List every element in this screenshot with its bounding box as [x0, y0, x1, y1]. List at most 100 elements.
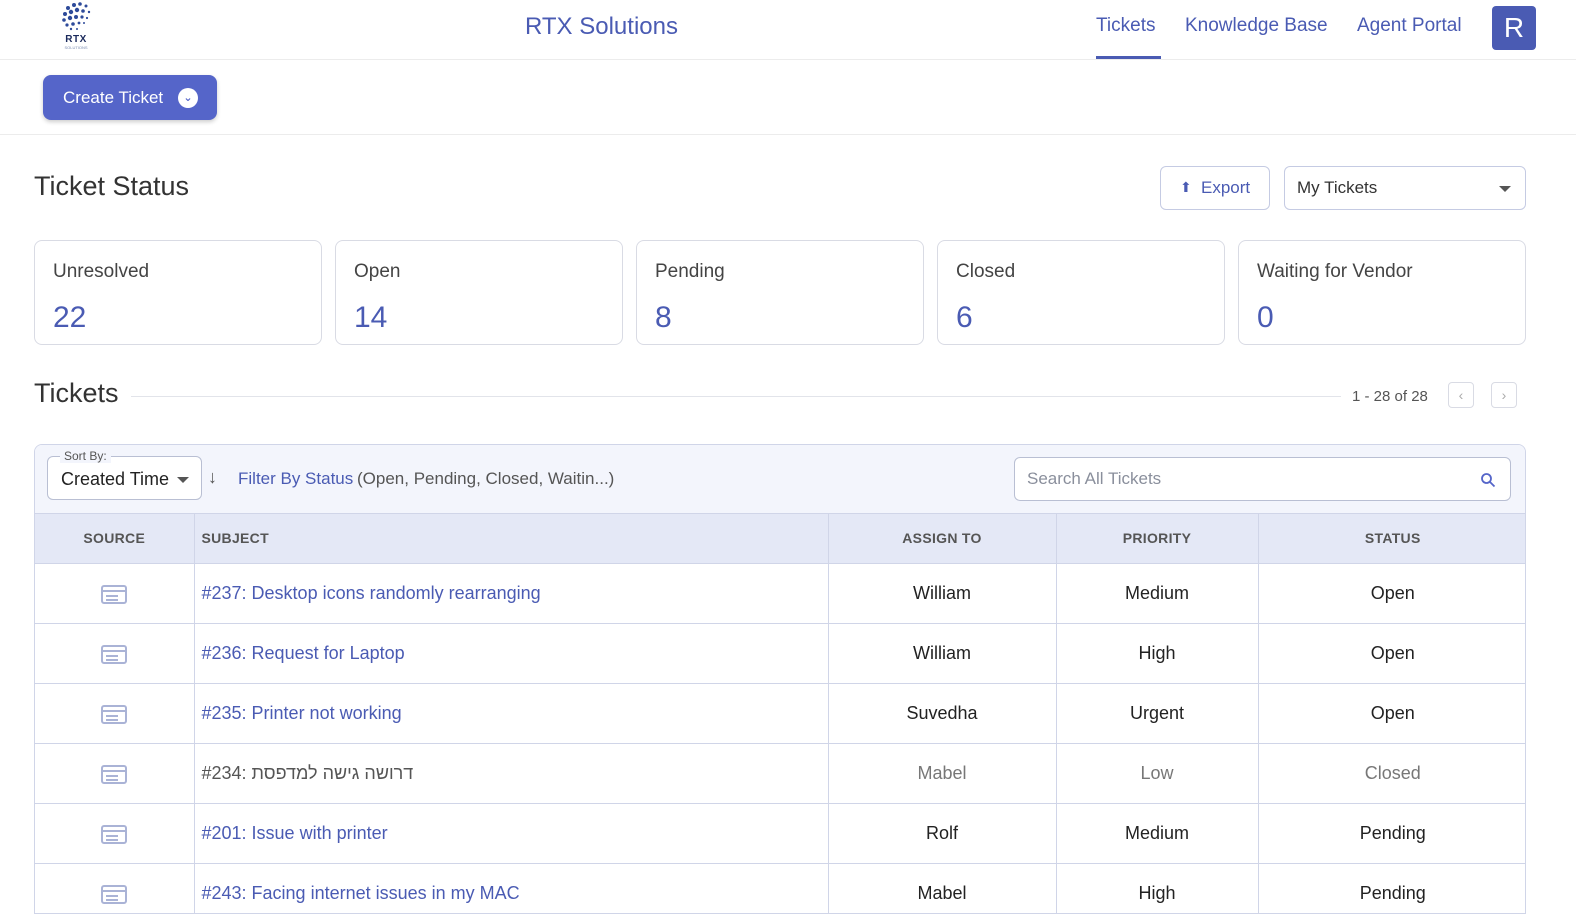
priority-cell[interactable]: High: [1056, 863, 1259, 913]
tickets-table: SOURCE SUBJECT ASSIGN TO PRIORITY STATUS…: [35, 514, 1525, 913]
assign-cell[interactable]: William: [828, 623, 1057, 684]
nav-knowledge-base[interactable]: Knowledge Base: [1185, 15, 1328, 37]
prev-page-button[interactable]: ‹: [1448, 382, 1474, 408]
ticket-subject-link[interactable]: #201: Issue with printer: [202, 823, 388, 843]
filter-status-values: (Open, Pending, Closed, Waitin...): [357, 469, 615, 488]
tickets-panel: Sort By: Created Time ↓ Filter By Status…: [34, 444, 1526, 914]
nav-tickets[interactable]: Tickets: [1096, 15, 1155, 37]
stat-value: 22: [53, 301, 87, 334]
ticket-subject-link[interactable]: #234: דרושה גישה למדפסת: [202, 763, 414, 783]
stat-card-waiting-for-vendor[interactable]: Waiting for Vendor 0: [1238, 240, 1526, 345]
export-button[interactable]: ⬆ Export: [1160, 166, 1270, 210]
portal-source-icon: [101, 585, 128, 604]
filter-by-status-link[interactable]: Filter By Status: [238, 469, 353, 489]
status-cell[interactable]: Open: [1258, 623, 1525, 684]
subject-cell: #235: Printer not working: [194, 683, 829, 744]
sort-by-select[interactable]: Sort By: Created Time: [47, 449, 202, 500]
stat-card-unresolved[interactable]: Unresolved 22: [34, 240, 322, 345]
portal-source-icon: [101, 765, 128, 784]
search-input[interactable]: [1027, 468, 1467, 490]
portal-source-icon: [101, 885, 128, 904]
logo-text: RTX: [65, 34, 87, 45]
subject-cell: #237: Desktop icons randomly rearranging: [194, 563, 829, 624]
tickets-title: Tickets: [34, 378, 119, 408]
stat-value: 8: [655, 301, 672, 334]
priority-cell[interactable]: Medium: [1056, 803, 1259, 864]
stat-label: Waiting for Vendor: [1257, 261, 1413, 282]
stat-label: Pending: [655, 261, 725, 282]
stat-value: 0: [1257, 301, 1274, 334]
ticket-subject-link[interactable]: #235: Printer not working: [202, 703, 402, 723]
priority-cell[interactable]: Medium: [1056, 563, 1259, 624]
stat-label: Unresolved: [53, 261, 150, 282]
sort-direction-arrow-icon[interactable]: ↓: [208, 467, 217, 488]
ticket-subject-link[interactable]: #237: Desktop icons randomly rearranging: [202, 583, 541, 603]
table-row[interactable]: #201: Issue with printer Rolf Medium Pen…: [35, 803, 1525, 864]
nav-agent-portal[interactable]: Agent Portal: [1357, 15, 1462, 37]
stat-value: 14: [354, 301, 388, 334]
sort-by-legend: Sort By:: [60, 449, 111, 463]
ticket-view-value: My Tickets: [1297, 178, 1378, 197]
filter-bar: Sort By: Created Time ↓ Filter By Status…: [35, 445, 1525, 514]
next-page-button[interactable]: ›: [1491, 382, 1517, 408]
table-row[interactable]: #237: Desktop icons randomly rearranging…: [35, 563, 1525, 624]
assign-cell[interactable]: Suvedha: [828, 683, 1057, 744]
ticket-status-title: Ticket Status: [34, 171, 190, 201]
status-cell[interactable]: Closed: [1258, 743, 1525, 804]
stat-card-open[interactable]: Open 14: [335, 240, 623, 345]
subject-cell: #234: דרושה גישה למדפסת: [194, 743, 829, 804]
column-header-assign-to[interactable]: ASSIGN TO: [828, 514, 1057, 564]
source-cell: [35, 803, 195, 864]
chevron-down-icon[interactable]: ⌄: [178, 88, 198, 108]
globe-logo-icon: [62, 2, 91, 31]
priority-cell[interactable]: High: [1056, 623, 1259, 684]
assign-cell[interactable]: Mabel: [828, 743, 1057, 804]
assign-cell[interactable]: William: [828, 563, 1057, 624]
status-cell[interactable]: Open: [1258, 563, 1525, 624]
source-cell: [35, 863, 195, 913]
create-ticket-label: Create Ticket: [63, 88, 164, 107]
status-cell[interactable]: Open: [1258, 683, 1525, 744]
priority-cell[interactable]: Urgent: [1056, 683, 1259, 744]
column-header-subject[interactable]: SUBJECT: [194, 514, 829, 564]
portal-source-icon: [101, 825, 128, 844]
subject-cell: #201: Issue with printer: [194, 803, 829, 864]
assign-cell[interactable]: Mabel: [828, 863, 1057, 913]
status-cell[interactable]: Pending: [1258, 863, 1525, 913]
assign-cell[interactable]: Rolf: [828, 803, 1057, 864]
table-row[interactable]: #235: Printer not working Suvedha Urgent…: [35, 683, 1525, 744]
dropdown-caret-icon: [1499, 186, 1511, 192]
column-header-priority[interactable]: PRIORITY: [1056, 514, 1259, 564]
source-cell: [35, 683, 195, 744]
top-navigation-bar: RTX SOLUTIONS RTX Solutions Tickets Know…: [0, 0, 1576, 60]
subject-cell: #243: Facing internet issues in my MAC: [194, 863, 829, 913]
dropdown-caret-icon: [177, 477, 189, 483]
user-avatar[interactable]: R: [1492, 6, 1536, 50]
source-cell: [35, 743, 195, 804]
stat-value: 6: [956, 301, 973, 334]
pagination-info: 1 - 28 of 28: [1352, 388, 1428, 405]
logo-subtext: SOLUTIONS: [64, 45, 88, 50]
table-header-row: SOURCE SUBJECT ASSIGN TO PRIORITY STATUS: [35, 514, 1525, 564]
divider: [131, 396, 1341, 397]
ticket-subject-link[interactable]: #236: Request for Laptop: [202, 643, 405, 663]
stat-card-closed[interactable]: Closed 6: [937, 240, 1225, 345]
search-icon[interactable]: [1480, 472, 1496, 488]
ticket-subject-link[interactable]: #243: Facing internet issues in my MAC: [202, 883, 520, 903]
export-label: Export: [1201, 178, 1251, 197]
status-cell[interactable]: Pending: [1258, 803, 1525, 864]
priority-cell[interactable]: Low: [1056, 743, 1259, 804]
create-ticket-button[interactable]: Create Ticket ⌄: [43, 75, 217, 120]
portal-source-icon: [101, 705, 128, 724]
source-cell: [35, 623, 195, 684]
table-row[interactable]: #243: Facing internet issues in my MAC M…: [35, 863, 1525, 913]
column-header-source[interactable]: SOURCE: [35, 514, 195, 564]
subject-cell: #236: Request for Laptop: [194, 623, 829, 684]
table-row[interactable]: #236: Request for Laptop William High Op…: [35, 623, 1525, 684]
table-row[interactable]: #234: דרושה גישה למדפסת Mabel Low Closed: [35, 743, 1525, 804]
column-header-status[interactable]: STATUS: [1258, 514, 1525, 564]
stat-card-pending[interactable]: Pending 8: [636, 240, 924, 345]
rtx-logo[interactable]: RTX SOLUTIONS: [56, 0, 96, 52]
search-box: [1014, 457, 1511, 501]
ticket-view-select[interactable]: My Tickets: [1284, 166, 1526, 210]
